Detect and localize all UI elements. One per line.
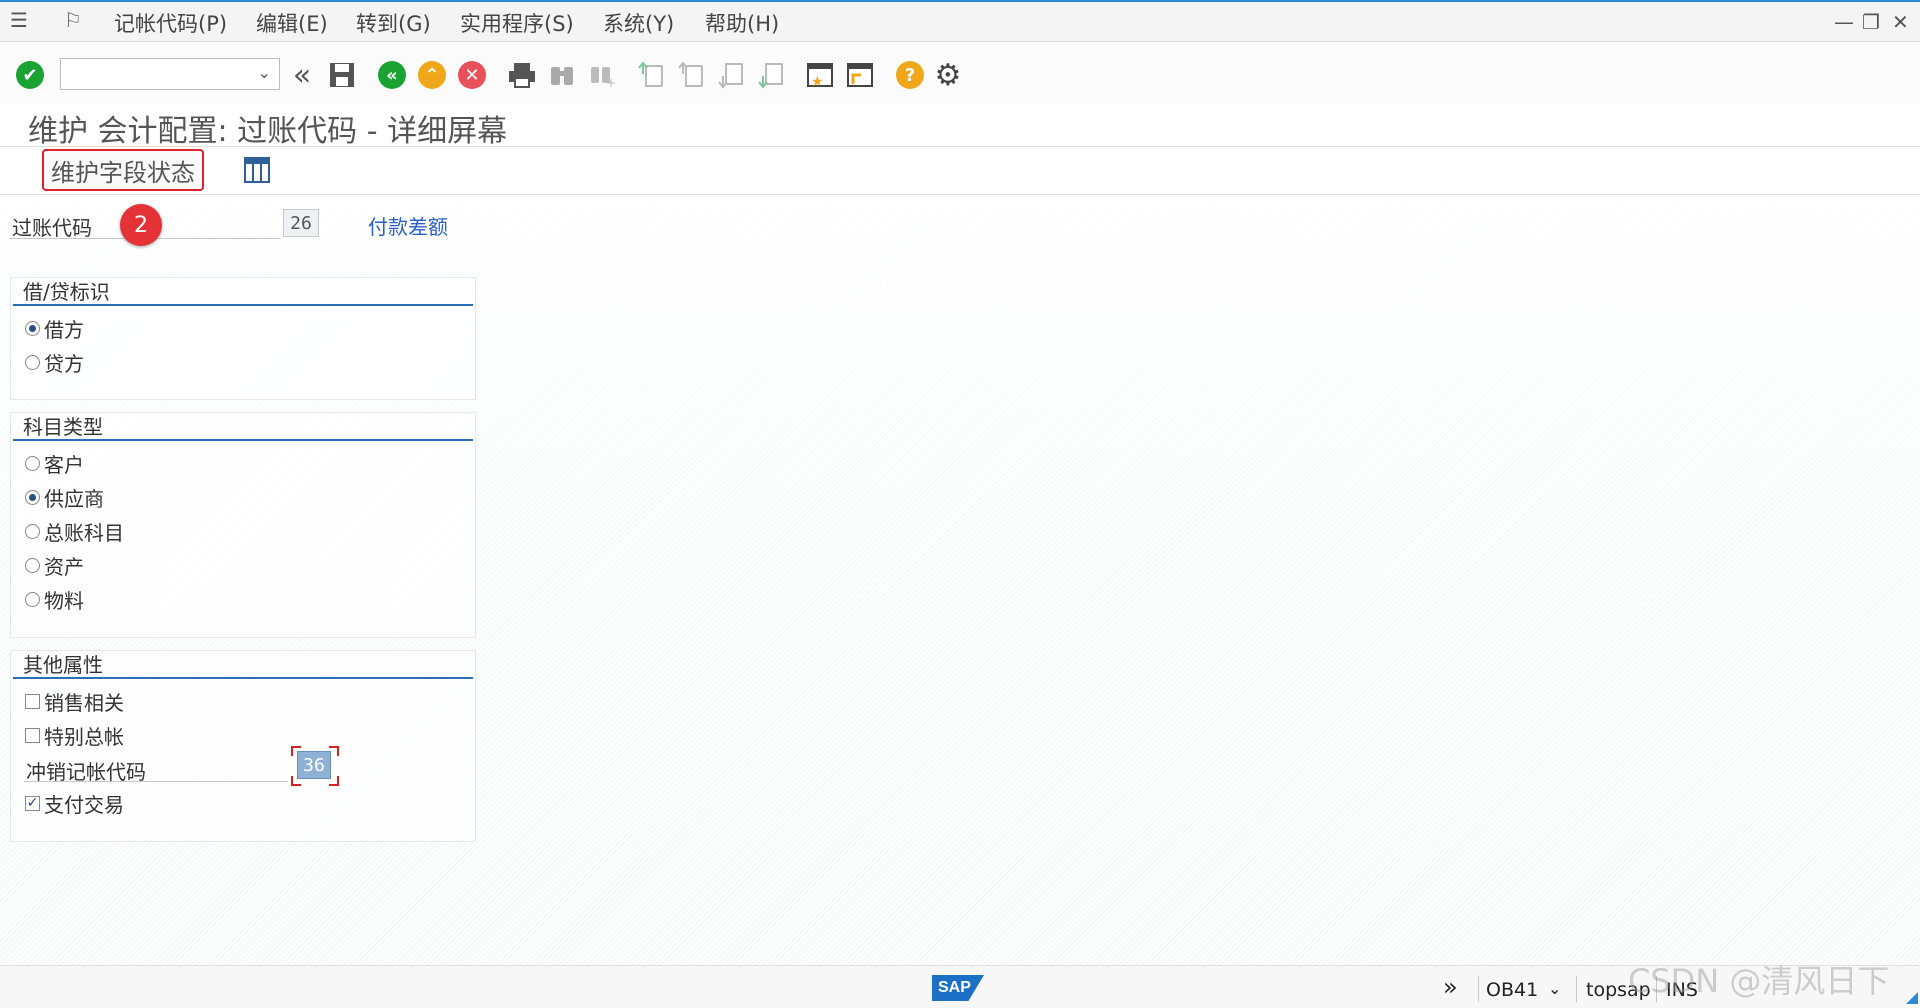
svg-text:+: + bbox=[606, 76, 616, 89]
print-icon[interactable] bbox=[506, 59, 538, 91]
focus-corner bbox=[329, 746, 339, 756]
radio-credit[interactable]: 贷方 bbox=[25, 348, 84, 377]
find-icon[interactable] bbox=[546, 59, 578, 91]
group-divider bbox=[13, 677, 473, 679]
other-attributes-group: 其他属性 销售相关 特别总帐 ✓ 支付交易 bbox=[10, 650, 476, 842]
create-session-icon[interactable]: ★ bbox=[804, 59, 836, 91]
resize-grip-icon[interactable] bbox=[1906, 992, 1918, 1004]
back-double-icon[interactable]: « bbox=[286, 58, 318, 93]
menu-bar: ☰ ⚐ 记帐代码(P) 编辑(E) 转到(G) 实用程序(S) 系统(Y) 帮助… bbox=[0, 0, 1920, 42]
checkbox-label: 支付交易 bbox=[44, 793, 124, 817]
command-field[interactable]: ⌄ bbox=[60, 58, 280, 90]
radio-label: 物料 bbox=[44, 589, 84, 613]
radio-button[interactable] bbox=[25, 490, 40, 505]
field-underline bbox=[24, 781, 288, 782]
watermark: CSDN @清风日下 bbox=[1628, 962, 1890, 1000]
checkbox-payment-transaction[interactable]: ✓ 支付交易 bbox=[25, 789, 124, 818]
menu-system[interactable]: 系统(Y) bbox=[603, 8, 674, 38]
generate-shortcut-icon[interactable] bbox=[844, 59, 876, 91]
divider bbox=[0, 146, 1920, 147]
radio-button[interactable] bbox=[25, 355, 40, 370]
menu-help[interactable]: 帮助(H) bbox=[705, 8, 779, 38]
reversal-posting-key-field[interactable]: 36 bbox=[297, 751, 331, 779]
radio-material[interactable]: 物料 bbox=[25, 585, 84, 614]
group-title: 借/贷标识 bbox=[23, 280, 110, 304]
checkbox[interactable] bbox=[25, 728, 40, 743]
radio-vendor[interactable]: 供应商 bbox=[25, 483, 104, 512]
radio-button[interactable] bbox=[25, 592, 40, 607]
maintain-field-status-button[interactable]: 维护字段状态 bbox=[42, 149, 204, 191]
svg-text:★: ★ bbox=[811, 74, 824, 90]
checkbox-sales-related[interactable]: 销售相关 bbox=[25, 687, 124, 716]
divider bbox=[1576, 976, 1577, 1002]
radio-label: 贷方 bbox=[44, 352, 84, 376]
customize-icon[interactable]: ⚐ bbox=[64, 8, 82, 32]
checkbox-special-gl[interactable]: 特别总帐 bbox=[25, 721, 124, 750]
step-badge: 2 bbox=[120, 204, 162, 246]
radio-label: 总账科目 bbox=[44, 521, 124, 545]
back-icon[interactable]: « bbox=[376, 59, 408, 91]
radio-button[interactable] bbox=[25, 456, 40, 471]
find-next-icon[interactable]: + bbox=[586, 59, 618, 91]
previous-page-icon[interactable] bbox=[676, 59, 708, 91]
help-icon[interactable]: ? bbox=[894, 59, 926, 91]
checkbox-label: 销售相关 bbox=[44, 691, 124, 715]
radio-button[interactable] bbox=[25, 558, 40, 573]
menu-goto[interactable]: 转到(G) bbox=[356, 8, 431, 38]
radio-button[interactable] bbox=[25, 321, 40, 336]
focus-corner bbox=[291, 746, 301, 756]
next-page-icon[interactable] bbox=[716, 59, 748, 91]
chevron-down-icon[interactable]: ⌄ bbox=[1548, 979, 1561, 998]
minimize-icon[interactable]: — bbox=[1834, 10, 1854, 34]
menu-edit[interactable]: 编辑(E) bbox=[256, 8, 328, 38]
debit-credit-group: 借/贷标识 借方 贷方 bbox=[10, 277, 476, 400]
posting-key-label: 过账代码 bbox=[12, 216, 92, 240]
radio-asset[interactable]: 资产 bbox=[25, 551, 84, 580]
cancel-icon[interactable]: ✕ bbox=[456, 59, 488, 91]
radio-gl-account[interactable]: 总账科目 bbox=[25, 517, 124, 546]
focus-corner bbox=[329, 776, 339, 786]
radio-button[interactable] bbox=[25, 524, 40, 539]
posting-key-description: 付款差额 bbox=[368, 215, 448, 239]
group-divider bbox=[13, 304, 473, 306]
divider bbox=[1478, 976, 1479, 1002]
group-title: 其他属性 bbox=[23, 653, 103, 677]
standard-toolbar: ✔ ⌄ « « ⌃ ✕ + ★ ? ⚙ bbox=[0, 42, 1920, 104]
checkbox[interactable] bbox=[25, 694, 40, 709]
radio-label: 客户 bbox=[44, 453, 84, 477]
group-title: 科目类型 bbox=[23, 415, 103, 439]
radio-debit[interactable]: 借方 bbox=[25, 314, 84, 343]
first-page-icon[interactable] bbox=[636, 59, 668, 91]
checkbox-label: 特别总帐 bbox=[44, 725, 124, 749]
save-icon[interactable] bbox=[326, 59, 358, 91]
radio-label: 借方 bbox=[44, 318, 84, 342]
group-divider bbox=[13, 439, 473, 441]
radio-label: 资产 bbox=[44, 555, 84, 579]
transaction-code[interactable]: OB41 bbox=[1486, 979, 1538, 1001]
close-icon[interactable]: ✕ bbox=[1892, 10, 1909, 34]
restore-icon[interactable]: ❐ bbox=[1862, 10, 1880, 34]
menu-posting-key[interactable]: 记帐代码(P) bbox=[114, 8, 227, 38]
page-title: 维护 会计配置: 过账代码 - 详细屏幕 bbox=[28, 114, 508, 149]
radio-customer[interactable]: 客户 bbox=[25, 449, 84, 478]
last-page-icon[interactable] bbox=[756, 59, 788, 91]
table-icon[interactable] bbox=[244, 157, 270, 183]
menu-utilities[interactable]: 实用程序(S) bbox=[460, 8, 574, 38]
account-type-group: 科目类型 客户 供应商 总账科目 资产 物料 bbox=[10, 412, 476, 638]
radio-label: 供应商 bbox=[44, 487, 104, 511]
focus-corner bbox=[291, 776, 301, 786]
posting-key-field: 26 bbox=[283, 209, 319, 237]
chevron-down-icon[interactable]: ⌄ bbox=[258, 63, 271, 82]
enter-icon[interactable]: ✔ bbox=[14, 59, 46, 91]
system-menu-icon[interactable]: ☰ bbox=[10, 8, 28, 32]
exit-icon[interactable]: ⌃ bbox=[416, 59, 448, 91]
customize-layout-icon[interactable]: ⚙ bbox=[932, 58, 964, 93]
expand-icon[interactable]: » bbox=[1443, 973, 1458, 1001]
checkbox[interactable]: ✓ bbox=[25, 796, 40, 811]
